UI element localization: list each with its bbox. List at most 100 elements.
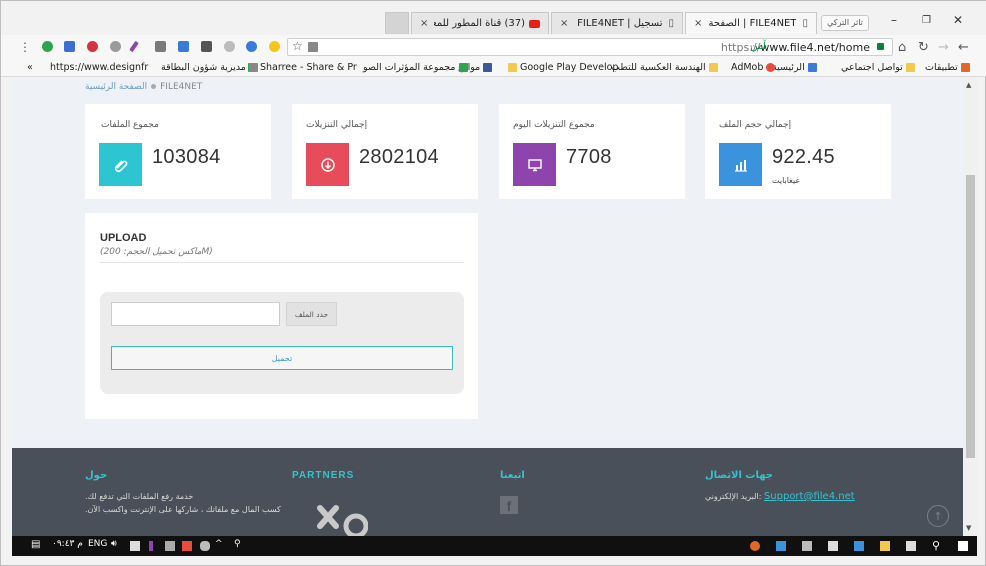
monitor-icon — [513, 143, 556, 186]
forward-icon[interactable]: → — [938, 40, 949, 55]
pinterest-icon[interactable] — [87, 41, 98, 52]
bookmark-star-icon[interactable]: ☆ — [292, 39, 303, 53]
stat-card-downloads-today: مجموع التنزيلات اليوم 7708 — [499, 104, 685, 199]
tab-label: (37) قناة المطور للمعلوماتية — [434, 18, 525, 29]
bookmarks-bar: تطبيقات تواصل اجتماعي الرئيسية AdMob اله… — [1, 59, 986, 77]
breadcrumb: الصفحة الرئيسية FILE4NET — [85, 82, 202, 92]
page-action-icon[interactable] — [308, 42, 318, 52]
extension-icon[interactable] — [64, 41, 75, 52]
facebook-icon[interactable]: f — [500, 496, 518, 514]
tab-close-icon[interactable]: × — [560, 18, 568, 29]
maximize-button[interactable]: ❐ — [922, 15, 931, 26]
pen-icon[interactable] — [149, 541, 153, 551]
home-icon[interactable]: ⌂ — [898, 40, 906, 55]
search-icon[interactable]: ⚲ — [932, 539, 940, 552]
paperclip-icon — [99, 143, 142, 186]
reload-icon[interactable]: ↻ — [918, 40, 929, 55]
chart-icon — [807, 63, 817, 72]
back-icon[interactable]: ← — [958, 40, 969, 55]
secure-label: آمن — [750, 41, 766, 52]
bookmark-social[interactable]: تواصل اجتماعي — [841, 62, 918, 73]
taskbar-app-icon[interactable] — [828, 541, 838, 551]
extension-grammarly-icon[interactable] — [42, 41, 53, 52]
people-icon[interactable]: ⚲ — [234, 539, 241, 549]
choose-file-button[interactable]: حدد الملف — [286, 302, 337, 326]
volume-icon[interactable]: 🔊︎ — [111, 539, 117, 549]
extension-icon[interactable] — [155, 41, 166, 52]
extension-icon[interactable] — [110, 41, 121, 52]
chrome-taskbar-icon[interactable] — [750, 541, 760, 551]
partner-logo[interactable] — [316, 502, 369, 536]
extension-icon[interactable] — [246, 41, 257, 52]
stat-label: إجمالي التنزيلات — [306, 120, 368, 130]
upload-panel: UPLOAD (ماكس تحميل الحجم: 200M) حدد المل… — [85, 213, 478, 419]
bookmark-sharree[interactable]: Sharree - Share & Pr — [245, 62, 357, 73]
taskbar-app-icon[interactable] — [854, 541, 864, 551]
tab-home[interactable]: × FILE4NET | الصفحة الرئيسية ▯ — [685, 12, 817, 34]
stat-card-total-size: إجمالي حجم الملف 922.45 غيغابايت — [705, 104, 891, 199]
bookmark-apps[interactable]: تطبيقات — [925, 62, 973, 73]
bookmarks-overflow-button[interactable]: « — [27, 62, 33, 73]
upload-dropzone[interactable]: حدد الملف تحميل — [100, 292, 464, 394]
hd-icon[interactable] — [201, 41, 212, 52]
page-scrollbar[interactable]: ▲ ▼ — [963, 78, 977, 536]
store-icon[interactable] — [880, 541, 890, 551]
bookmark-google-play[interactable]: Google Play Develop — [505, 62, 618, 73]
tray-expand-icon[interactable]: ^ — [215, 539, 223, 549]
divider — [100, 262, 464, 263]
taskbar-app-icon[interactable] — [776, 541, 786, 551]
apps-icon — [960, 63, 970, 72]
folder-icon — [508, 63, 517, 72]
stat-label: مجموع الملفات — [101, 120, 159, 130]
support-email-link[interactable]: Support@file4.net — [764, 491, 855, 502]
bookmark-icon — [458, 63, 468, 72]
page-icon: ▯ — [802, 18, 808, 29]
tray-icon[interactable] — [130, 541, 140, 551]
footer-contact-line: البريد الإلكتروني: Support@file4.net — [705, 491, 855, 502]
download-icon — [306, 143, 349, 186]
wifi-icon[interactable] — [165, 541, 175, 551]
file-explorer-icon[interactable] — [906, 541, 916, 551]
clock[interactable]: م ٠٩:٤٣ — [52, 539, 83, 549]
bookmark-admob[interactable]: AdMob — [731, 62, 778, 73]
minimize-button[interactable]: – — [891, 13, 897, 27]
close-button[interactable]: ✕ — [953, 13, 963, 27]
notifications-icon[interactable]: ▤ — [31, 539, 40, 550]
bookmark-home[interactable]: الرئيسية — [772, 62, 820, 73]
breadcrumb-home-link[interactable]: الصفحة الرئيسية — [85, 82, 147, 92]
bookmark-icon — [248, 63, 258, 72]
pen-icon[interactable] — [129, 40, 139, 53]
scroll-down-icon[interactable]: ▼ — [966, 524, 971, 532]
bookmark-designfr[interactable]: https://www.designfr — [50, 62, 148, 73]
address-bar[interactable]: ☆ https://www.file4.net/home آمن — [287, 38, 893, 56]
bookmark-sound-effects[interactable]: مجموعة المؤثرات الصو — [363, 62, 471, 73]
tab-youtube[interactable]: × (37) قناة المطور للمعلوماتية — [411, 12, 549, 34]
lock-icon[interactable] — [877, 43, 884, 50]
tab-close-icon[interactable]: × — [420, 18, 428, 29]
language-indicator[interactable]: ENG — [88, 539, 107, 549]
profile-button[interactable]: تاثر التركي — [821, 15, 869, 31]
tab-close-icon[interactable]: × — [694, 18, 702, 29]
file-path-field[interactable] — [111, 302, 280, 326]
extension-icon[interactable] — [269, 41, 280, 52]
bookmark-reverse-eng[interactable]: الهندسة العكسية للتطب — [611, 62, 721, 73]
scrollbar-thumb[interactable] — [966, 175, 975, 458]
taskbar-app-icon[interactable] — [802, 541, 812, 551]
bookmark-card-affairs[interactable]: مديرية شؤون البطاقة — [161, 62, 261, 73]
scroll-to-top-button[interactable]: ↑ — [927, 505, 949, 527]
scroll-up-icon[interactable]: ▲ — [966, 81, 971, 89]
extension-icon[interactable] — [224, 41, 235, 52]
footer-partners-heading: PARTNERS — [292, 470, 355, 481]
taskbar: ▤ م ٠٩:٤٣ ENG 🔊︎ ^ ⚲ ⚲ — [12, 536, 977, 556]
menu-icon[interactable]: ⋮ — [19, 40, 31, 54]
tab-register[interactable]: × تسجيل | FILE4NET ▯ — [551, 12, 683, 34]
footer-follow-heading: اتبعنا — [500, 470, 525, 481]
upload-submit-button[interactable]: تحميل — [111, 346, 453, 370]
new-tab-button[interactable] — [385, 12, 409, 34]
stat-card-total-files: مجموع الملفات 103084 — [85, 104, 271, 199]
cloud-icon[interactable] — [200, 541, 210, 551]
footer-about-text: كسب المال مع ملفاتك ، شاركها على الإنترن… — [85, 505, 281, 514]
extension-icon[interactable] — [178, 41, 189, 52]
tray-icon[interactable] — [182, 541, 192, 551]
start-icon[interactable] — [958, 541, 968, 551]
